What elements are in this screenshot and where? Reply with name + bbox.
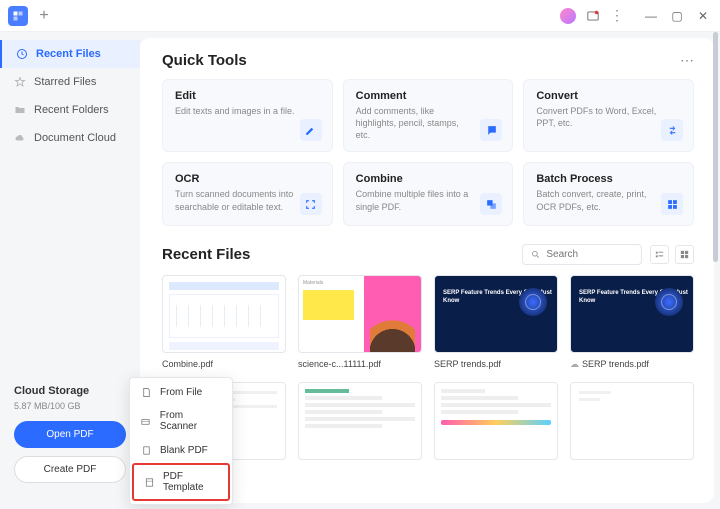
file-thumbnail [162,275,286,353]
sidebar-item-label: Recent Files [36,48,101,60]
scrollbar[interactable] [713,32,718,262]
search-input[interactable] [546,249,633,260]
star-icon [14,76,26,88]
more-menu-icon[interactable]: ⋮ [610,7,624,24]
cloud-badge-icon: ☁ [570,359,579,369]
tool-desc: Batch convert, create, print, OCR PDFs, … [536,188,656,212]
ctx-label: From File [160,387,202,398]
ctx-from-scanner[interactable]: From Scanner [130,404,232,438]
search-box[interactable] [522,244,642,265]
file-icon [140,386,152,398]
quick-tools-more-icon[interactable]: ⋯ [680,52,694,69]
quick-tools-title: Quick Tools [162,52,247,69]
ctx-label: PDF Template [163,471,218,493]
comment-icon [480,119,502,141]
tool-ocr[interactable]: OCR Turn scanned documents into searchab… [162,162,333,226]
sidebar: Recent Files Starred Files Recent Folder… [0,32,140,509]
grid-view-icon[interactable] [675,245,694,264]
tool-batch-process[interactable]: Batch Process Batch convert, create, pri… [523,162,694,226]
file-name: Combine.pdf [162,359,286,369]
tool-desc: Edit texts and images in a file. [175,105,295,117]
file-name: SERP trends.pdf [434,359,558,369]
create-pdf-menu: From File From Scanner Blank PDF PDF Tem… [129,377,233,505]
edit-icon [300,119,322,141]
file-card[interactable]: Combine.pdf [162,275,286,370]
combine-icon [480,193,502,215]
file-card[interactable] [298,382,422,460]
tool-name: OCR [175,173,320,185]
cloud-icon [14,132,26,144]
recent-files-title: Recent Files [162,246,250,263]
scanner-icon [140,415,152,427]
cloud-storage-usage: 5.87 MB/100 GB [14,401,126,411]
list-view-icon[interactable] [650,245,669,264]
file-name: ☁SERP trends.pdf [570,359,694,370]
sidebar-item-label: Starred Files [34,76,96,88]
clock-icon [16,48,28,60]
user-avatar[interactable] [560,8,576,24]
blank-icon [140,444,152,456]
file-card[interactable]: Materials science-c...11111.pdf [298,275,422,370]
app-logo-icon[interactable] [8,6,28,26]
tool-desc: Turn scanned documents into searchable o… [175,188,295,212]
file-card[interactable] [434,382,558,460]
tool-name: Batch Process [536,173,681,185]
tool-name: Combine [356,173,501,185]
open-pdf-button[interactable]: Open PDF [14,421,126,448]
sidebar-item-label: Recent Folders [34,104,109,116]
tool-edit[interactable]: Edit Edit texts and images in a file. [162,79,333,152]
tool-desc: Convert PDFs to Word, Excel, PPT, etc. [536,105,656,129]
tool-name: Convert [536,90,681,102]
ctx-label: Blank PDF [160,445,208,456]
batch-icon [661,193,683,215]
tool-desc: Combine multiple files into a single PDF… [356,188,476,212]
file-thumbnail [298,382,422,460]
file-card[interactable]: SERP Feature Trends Every SEO Must Know … [570,275,694,370]
cloud-storage-title: Cloud Storage [14,385,126,397]
close-button[interactable]: ✕ [694,7,712,25]
minimize-button[interactable]: — [642,7,660,25]
folder-icon [14,104,26,116]
ctx-blank-pdf[interactable]: Blank PDF [130,438,232,462]
ocr-icon [300,193,322,215]
file-card[interactable]: SERP Feature Trends Every SEO Must Know … [434,275,558,370]
new-tab-button[interactable]: + [34,6,54,26]
notification-icon[interactable] [586,9,600,23]
tool-convert[interactable]: Convert Convert PDFs to Word, Excel, PPT… [523,79,694,152]
file-thumbnail: SERP Feature Trends Every SEO Must Know [434,275,558,353]
file-thumbnail [570,382,694,460]
maximize-button[interactable]: ▢ [668,7,686,25]
sidebar-item-label: Document Cloud [34,132,116,144]
sidebar-item-recent-files[interactable]: Recent Files [0,40,140,68]
ctx-pdf-template[interactable]: PDF Template [134,465,228,499]
titlebar: + ⋮ — ▢ ✕ [0,0,720,32]
tool-combine[interactable]: Combine Combine multiple files into a si… [343,162,514,226]
ctx-label: From Scanner [160,410,222,432]
tool-name: Edit [175,90,320,102]
tool-name: Comment [356,90,501,102]
file-thumbnail: Materials [298,275,422,353]
template-icon [144,476,155,488]
file-thumbnail [434,382,558,460]
file-thumbnail: SERP Feature Trends Every SEO Must Know [570,275,694,353]
sidebar-item-recent-folders[interactable]: Recent Folders [0,96,140,124]
sidebar-item-document-cloud[interactable]: Document Cloud [0,124,140,152]
file-card[interactable] [570,382,694,460]
create-pdf-button[interactable]: Create PDF [14,456,126,483]
tool-comment[interactable]: Comment Add comments, like highlights, p… [343,79,514,152]
ctx-from-file[interactable]: From File [130,380,232,404]
tool-desc: Add comments, like highlights, pencil, s… [356,105,476,141]
sidebar-item-starred-files[interactable]: Starred Files [0,68,140,96]
convert-icon [661,119,683,141]
file-name: science-c...11111.pdf [298,359,422,369]
search-icon [531,249,540,260]
